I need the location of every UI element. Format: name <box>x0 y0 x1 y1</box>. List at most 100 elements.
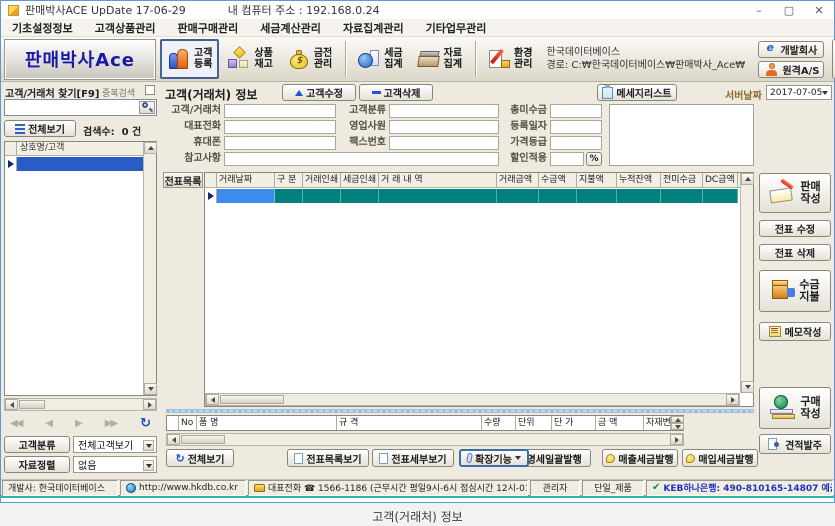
receivable-field[interactable] <box>550 104 602 118</box>
col-trade-print[interactable]: 거래인쇄 <box>303 173 341 187</box>
scroll-down-icon[interactable] <box>671 423 684 430</box>
customer-category-button[interactable]: 고객분류 <box>4 436 70 453</box>
data-sort-select[interactable]: 없음 <box>73 456 157 473</box>
grid-vertical-scrollbar[interactable] <box>740 173 753 393</box>
product-stock-button[interactable]: 상품재고 <box>221 39 278 79</box>
scrollbar-thumb[interactable] <box>181 435 225 444</box>
nav-next-button[interactable]: ▶ <box>75 418 81 429</box>
list-column-name[interactable]: 상호명/고객 <box>17 142 143 155</box>
sale-create-button[interactable]: 판매작성 <box>759 173 831 213</box>
quote-order-button[interactable]: 견적발주 <box>759 434 831 454</box>
nav-last-button[interactable]: ▶▶ <box>105 418 116 429</box>
col-running-balance[interactable]: 누적잔액 <box>617 173 661 187</box>
col-material[interactable]: 자재변 <box>644 416 670 430</box>
item-horizontal-scrollbar[interactable] <box>166 433 684 446</box>
customer-register-button[interactable]: 고객등록 <box>160 39 219 79</box>
regdate-field[interactable] <box>550 120 602 134</box>
scroll-up-icon[interactable] <box>741 173 754 185</box>
maximize-button[interactable]: ▢ <box>774 1 804 19</box>
menu-customer-product[interactable]: 고객상품관리 <box>84 20 167 36</box>
customer-edit-button[interactable]: 고객수정 <box>282 84 356 101</box>
slip-delete-button[interactable]: 전표 삭제 <box>759 244 831 261</box>
sales-tax-issue-button[interactable]: 매출세금발행 <box>602 449 678 467</box>
minimize-button[interactable]: – <box>744 1 774 19</box>
customer-delete-button[interactable]: 고객삭제 <box>359 84 433 101</box>
note-field[interactable] <box>224 152 499 166</box>
col-qty[interactable]: 수량 <box>482 416 516 430</box>
close-button[interactable]: ✕ <box>804 1 834 19</box>
slip-detail-view-button[interactable]: 전표세부보기 <box>372 449 454 467</box>
nav-first-button[interactable]: ◀◀ <box>10 418 21 429</box>
dev-company-button[interactable]: 개발회사 <box>758 41 824 58</box>
col-collected[interactable]: 수금액 <box>539 173 577 187</box>
col-unit[interactable]: 단위 <box>516 416 552 430</box>
col-item-name[interactable]: 품 명 <box>197 416 337 430</box>
money-manage-button[interactable]: 금전관리 <box>281 39 338 79</box>
purchase-tax-issue-button[interactable]: 매입세금발행 <box>682 449 758 467</box>
menu-tax-invoice[interactable]: 세금계산관리 <box>249 20 332 36</box>
col-paid[interactable]: 지불액 <box>577 173 617 187</box>
status-website[interactable]: http://www.hkdb.co.kr <box>120 480 246 496</box>
fax-field[interactable] <box>389 136 499 150</box>
col-dc-amount[interactable]: DC금액 <box>703 173 738 187</box>
slip-selected-row[interactable] <box>205 189 740 203</box>
list-horizontal-scrollbar[interactable] <box>4 398 157 411</box>
category-field[interactable] <box>389 104 499 118</box>
customer-field[interactable] <box>224 104 336 118</box>
memo-create-button[interactable]: 메모작성 <box>759 322 831 341</box>
scroll-up-icon[interactable] <box>671 416 684 423</box>
discount-field[interactable] <box>550 152 584 166</box>
search-button[interactable] <box>139 101 155 114</box>
col-type[interactable]: 구 분 <box>275 173 303 187</box>
scroll-left-icon[interactable] <box>206 394 219 405</box>
scroll-left-icon[interactable] <box>5 399 18 410</box>
menu-basic-settings[interactable]: 기초설정정보 <box>1 20 84 36</box>
data-summary-button[interactable]: 자료집계 <box>411 39 468 79</box>
purchase-create-button[interactable]: 구매작성 <box>759 387 831 429</box>
customer-search-input[interactable] <box>4 99 157 116</box>
customer-category-select[interactable]: 전체고객보기 <box>73 436 157 453</box>
mobile-field[interactable] <box>224 136 336 150</box>
col-tax-print[interactable]: 세금인쇄 <box>341 173 379 187</box>
grid-splitter[interactable] <box>166 409 754 413</box>
remote-as-button[interactable]: 원격A/S <box>758 61 824 78</box>
slip-list-view-button[interactable]: 전표목록보기 <box>287 449 369 467</box>
col-prev-receivable[interactable]: 전미수금 <box>661 173 703 187</box>
menu-sales-purchase[interactable]: 판매구매관리 <box>166 20 249 36</box>
view-all-slips-button[interactable]: ↻ 전체보기 <box>166 449 234 467</box>
scroll-down-icon[interactable] <box>741 381 754 393</box>
message-list-button[interactable]: 메세지리스트 <box>597 84 677 101</box>
menu-other-tasks[interactable]: 기타업무관리 <box>415 20 498 36</box>
environment-button[interactable]: 환경관리 <box>481 39 538 79</box>
scroll-up-icon[interactable] <box>144 142 157 154</box>
scroll-right-icon[interactable] <box>726 394 739 405</box>
salesman-field[interactable] <box>389 120 499 134</box>
scrollbar-thumb[interactable] <box>220 395 284 404</box>
scroll-right-icon[interactable] <box>670 434 683 445</box>
list-selected-row[interactable] <box>5 157 143 171</box>
view-all-button[interactable]: 전체보기 <box>4 120 76 137</box>
grade-field[interactable] <box>550 136 602 150</box>
percent-button[interactable]: % <box>586 152 602 166</box>
phone-field[interactable] <box>224 120 336 134</box>
col-no[interactable]: No <box>179 416 197 430</box>
col-trade-detail[interactable]: 거 래 내 역 <box>379 173 497 187</box>
scroll-down-icon[interactable] <box>144 383 157 395</box>
scroll-left-icon[interactable] <box>167 434 180 445</box>
col-amount[interactable]: 금 액 <box>596 416 644 430</box>
col-spec[interactable]: 규 격 <box>337 416 482 430</box>
tax-summary-button[interactable]: 세금집계 <box>351 39 408 79</box>
collect-pay-button[interactable]: 수금지불 <box>759 270 831 312</box>
duplicate-search-checkbox[interactable] <box>145 85 155 95</box>
nav-prev-button[interactable]: ◀ <box>45 418 51 429</box>
server-date-select[interactable]: 2017-07-05 <box>766 85 832 100</box>
menu-data-summary[interactable]: 자료집계관리 <box>332 20 415 36</box>
col-unit-price[interactable]: 단 가 <box>552 416 596 430</box>
col-trade-amount[interactable]: 거래금액 <box>497 173 539 187</box>
scroll-right-icon[interactable] <box>143 399 156 410</box>
col-trade-date[interactable]: 거래날짜 <box>217 173 275 187</box>
refresh-icon[interactable]: ↻ <box>140 416 151 431</box>
data-sort-button[interactable]: 자료정렬 <box>4 456 70 473</box>
list-vertical-scrollbar[interactable] <box>143 142 156 395</box>
scrollbar-thumb[interactable] <box>19 400 45 409</box>
